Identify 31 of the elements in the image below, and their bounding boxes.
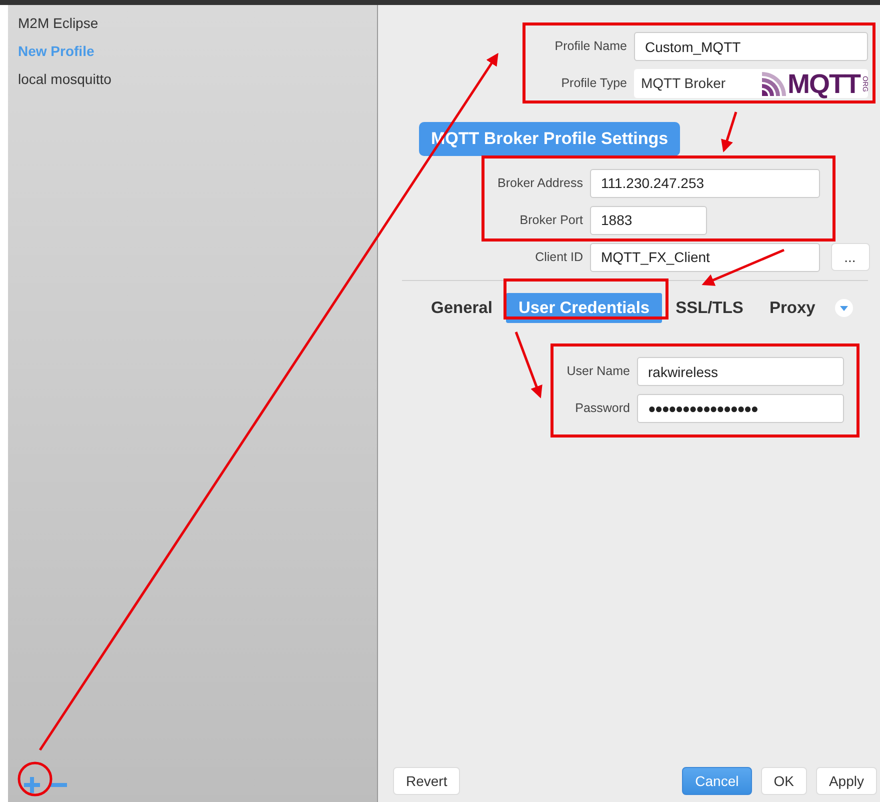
field-label: User Name (566, 363, 630, 380)
client-id-field[interactable]: MQTT_FX_Client (590, 242, 820, 272)
field-label: Password (574, 400, 630, 418)
signal-icon (762, 72, 788, 96)
profile-list-item[interactable]: local mosquitto (8, 64, 377, 92)
profile-name-field[interactable]: Custom_MQTT (634, 32, 868, 61)
user-name-field[interactable]: rakwireless (637, 357, 844, 386)
tab[interactable]: General (419, 292, 504, 324)
profile-type-value[interactable]: MQTT Broker (634, 73, 733, 94)
generate-button[interactable]: ... (830, 243, 870, 271)
logo-text: MQTT (788, 70, 860, 96)
remove-icon[interactable] (49, 782, 67, 788)
dialog-button[interactable]: Revert (393, 767, 460, 795)
dialog-button[interactable]: Apply (816, 767, 877, 795)
field-label: Broker Port (518, 212, 583, 229)
field-label: Profile Type (560, 75, 627, 92)
tab[interactable]: SSL/TLS (664, 292, 756, 324)
annotation-arrow (514, 332, 542, 398)
profile-list-item[interactable]: M2M Eclipse (8, 8, 377, 36)
field-label: Client ID (534, 248, 583, 266)
highlight-circle (18, 762, 52, 796)
field-label: Profile Name (554, 38, 627, 56)
annotation-arrow (721, 112, 738, 152)
add-icon[interactable] (22, 775, 42, 795)
broker-port-field[interactable]: 1883 (590, 206, 707, 234)
tab[interactable]: Proxy (757, 292, 828, 324)
dialog-button[interactable]: OK (760, 767, 807, 795)
field-label: Broker Address (496, 174, 583, 192)
broker-address-field[interactable]: 111.230.247.253 (590, 168, 820, 198)
password-field[interactable]: ●●●●●●●●●●●●●●●● (637, 394, 844, 424)
dropdown-icon[interactable] (835, 298, 854, 317)
